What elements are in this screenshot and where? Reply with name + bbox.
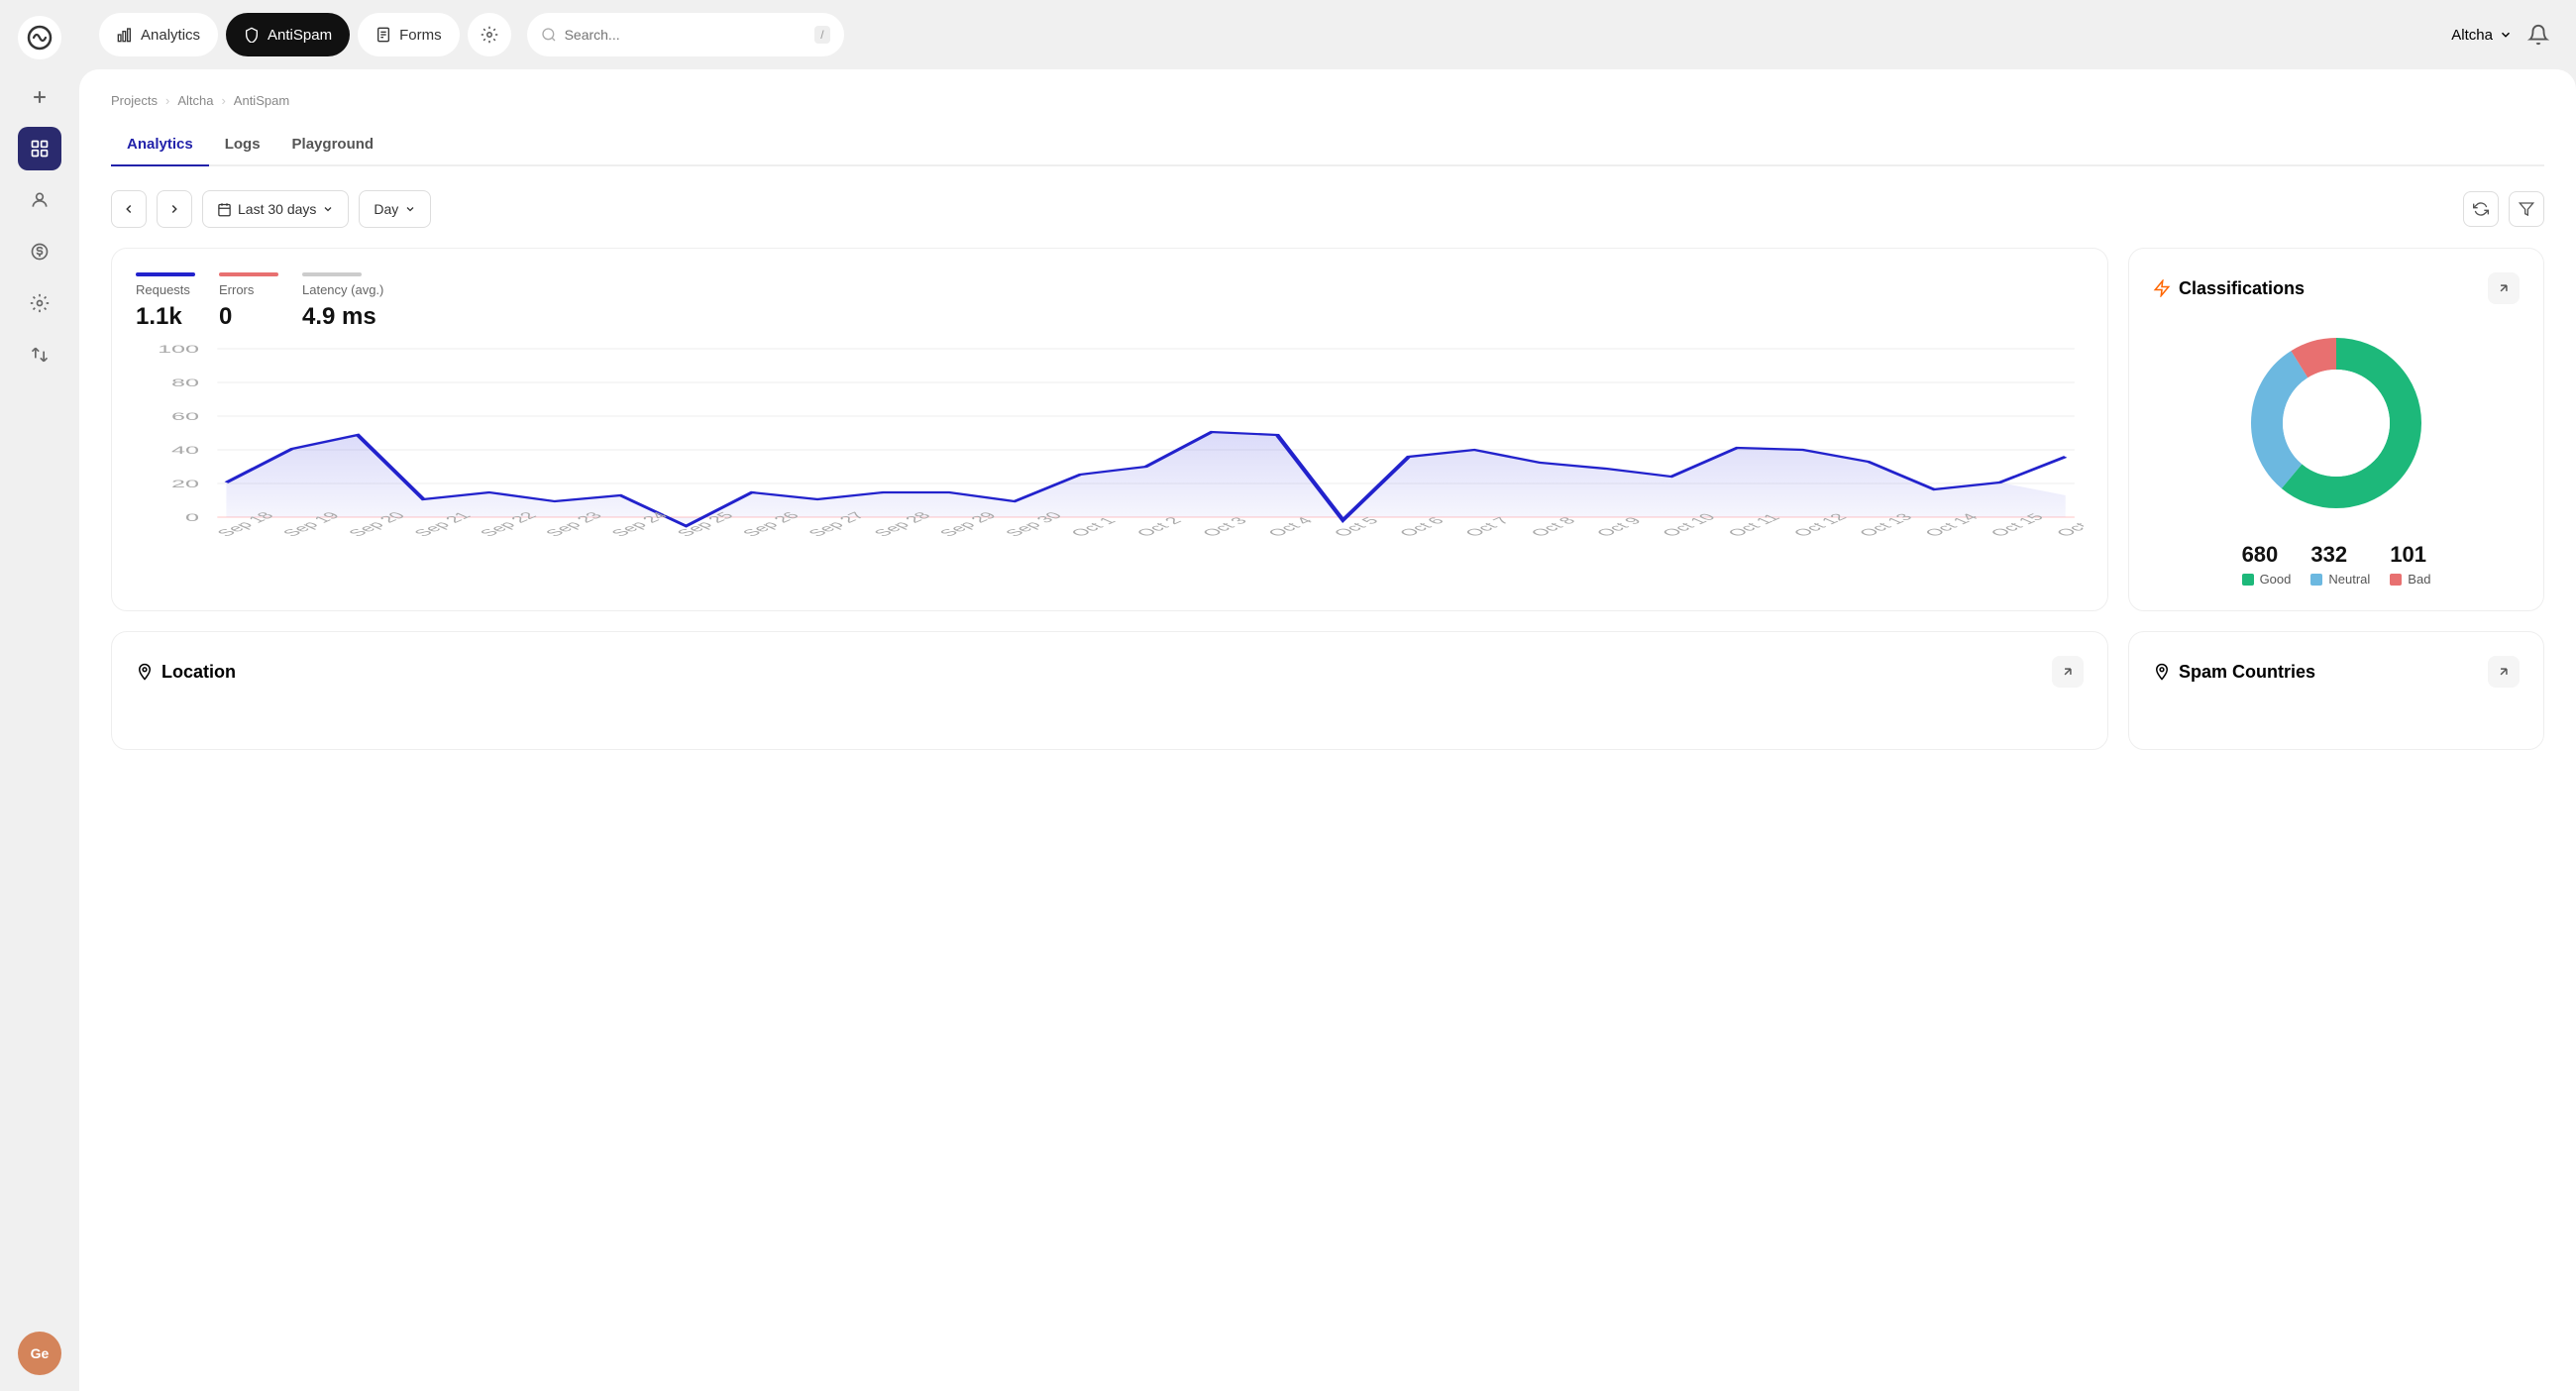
bad-color-dot bbox=[2390, 574, 2402, 586]
svg-text:Oct 8: Oct 8 bbox=[1527, 515, 1580, 539]
latency-line-indicator bbox=[302, 272, 362, 276]
classifications-expand-btn[interactable] bbox=[2488, 272, 2520, 304]
nav-forms-tab[interactable]: Forms bbox=[358, 13, 460, 56]
errors-line-indicator bbox=[219, 272, 278, 276]
line-chart: 100 80 60 40 20 0 bbox=[136, 339, 2084, 557]
spam-countries-title: Spam Countries bbox=[2153, 662, 2315, 683]
user-avatar[interactable]: Ge bbox=[18, 1332, 61, 1375]
search-bar[interactable]: / bbox=[527, 13, 844, 56]
svg-text:Oct 4: Oct 4 bbox=[1263, 515, 1317, 539]
requests-line-indicator bbox=[136, 272, 195, 276]
next-btn[interactable] bbox=[157, 190, 192, 228]
svg-text:100: 100 bbox=[158, 343, 199, 355]
date-range-btn[interactable]: Last 30 days bbox=[202, 190, 349, 228]
sidebar-dashboard-btn[interactable] bbox=[18, 127, 61, 170]
svg-text:20: 20 bbox=[171, 478, 199, 489]
classifications-card: Classifications bbox=[2128, 248, 2544, 611]
neutral-color-dot bbox=[2310, 574, 2322, 586]
donut-chart bbox=[2153, 324, 2520, 522]
page-content: Projects › Altcha › AntiSpam Analytics L… bbox=[79, 69, 2576, 1391]
breadcrumb-projects[interactable]: Projects bbox=[111, 93, 158, 108]
legend-latency: Latency (avg.) 4.9 ms bbox=[302, 272, 383, 331]
svg-text:Oct 7: Oct 7 bbox=[1460, 515, 1514, 539]
stat-neutral: 332 Neutral bbox=[2310, 542, 2370, 587]
location-card: Location bbox=[111, 631, 2108, 750]
classifications-title: Classifications bbox=[2153, 278, 2305, 299]
classifications-header: Classifications bbox=[2153, 272, 2520, 304]
svg-text:60: 60 bbox=[171, 410, 199, 422]
breadcrumb-antispam[interactable]: AntiSpam bbox=[234, 93, 289, 108]
svg-text:Oct 9: Oct 9 bbox=[1592, 515, 1646, 539]
svg-text:0: 0 bbox=[185, 511, 199, 523]
page-tabs: Analytics Logs Playground bbox=[111, 128, 2544, 166]
breadcrumb-altcha[interactable]: Altcha bbox=[177, 93, 213, 108]
analytics-toolbar: Last 30 days Day bbox=[111, 190, 2544, 228]
tab-analytics[interactable]: Analytics bbox=[111, 128, 209, 166]
location-title: Location bbox=[136, 662, 236, 683]
nav-gear-btn[interactable] bbox=[468, 13, 511, 56]
svg-text:Oct 2: Oct 2 bbox=[1132, 515, 1186, 539]
spam-countries-header: Spam Countries bbox=[2153, 656, 2520, 688]
sidebar-users-btn[interactable] bbox=[18, 178, 61, 222]
sidebar-transfer-btn[interactable] bbox=[18, 333, 61, 376]
granularity-btn[interactable]: Day bbox=[359, 190, 431, 228]
tab-logs[interactable]: Logs bbox=[209, 128, 276, 166]
good-color-dot bbox=[2242, 574, 2254, 586]
donut-stats: 680 Good 332 Neutral 1 bbox=[2153, 542, 2520, 587]
toolbar-right bbox=[2463, 191, 2544, 227]
dashboard-grid: Requests 1.1k Errors 0 Latency (avg.) 4.… bbox=[111, 248, 2544, 611]
legend-errors: Errors 0 bbox=[219, 272, 278, 331]
svg-text:Oct 5: Oct 5 bbox=[1330, 515, 1383, 539]
svg-text:40: 40 bbox=[171, 444, 199, 456]
filter-btn[interactable] bbox=[2509, 191, 2544, 227]
top-nav: Analytics AntiSpam Forms / Altcha bbox=[79, 0, 2576, 69]
breadcrumb: Projects › Altcha › AntiSpam bbox=[111, 93, 2544, 108]
svg-text:Oct 3: Oct 3 bbox=[1198, 515, 1251, 539]
search-slash: / bbox=[814, 26, 829, 44]
spam-countries-card: Spam Countries bbox=[2128, 631, 2544, 750]
svg-text:Oct 1: Oct 1 bbox=[1067, 515, 1121, 539]
location-expand-btn[interactable] bbox=[2052, 656, 2084, 688]
main-area: Analytics AntiSpam Forms / Altcha bbox=[79, 0, 2576, 1391]
tab-playground[interactable]: Playground bbox=[276, 128, 390, 166]
stat-bad: 101 Bad bbox=[2390, 542, 2430, 587]
sidebar-settings-btn[interactable] bbox=[18, 281, 61, 325]
sidebar: Ge bbox=[0, 0, 79, 1391]
app-logo[interactable] bbox=[18, 16, 61, 59]
nav-antispam-tab[interactable]: AntiSpam bbox=[226, 13, 350, 56]
svg-text:Oct 6: Oct 6 bbox=[1395, 515, 1449, 539]
legend-requests: Requests 1.1k bbox=[136, 272, 195, 331]
chart-legend: Requests 1.1k Errors 0 Latency (avg.) 4.… bbox=[136, 272, 2084, 331]
sidebar-billing-btn[interactable] bbox=[18, 230, 61, 273]
search-input[interactable] bbox=[565, 27, 807, 43]
location-header: Location bbox=[136, 656, 2084, 688]
sidebar-add-btn[interactable] bbox=[18, 75, 61, 119]
spam-countries-expand-btn[interactable] bbox=[2488, 656, 2520, 688]
notifications-btn[interactable] bbox=[2521, 17, 2556, 53]
stat-good: 680 Good bbox=[2242, 542, 2292, 587]
bottom-grid: Location Spam Countries bbox=[111, 631, 2544, 750]
nav-analytics-tab[interactable]: Analytics bbox=[99, 13, 218, 56]
refresh-btn[interactable] bbox=[2463, 191, 2499, 227]
requests-chart-card: Requests 1.1k Errors 0 Latency (avg.) 4.… bbox=[111, 248, 2108, 611]
svg-text:80: 80 bbox=[171, 376, 199, 388]
prev-btn[interactable] bbox=[111, 190, 147, 228]
user-menu[interactable]: Altcha bbox=[2451, 27, 2513, 44]
